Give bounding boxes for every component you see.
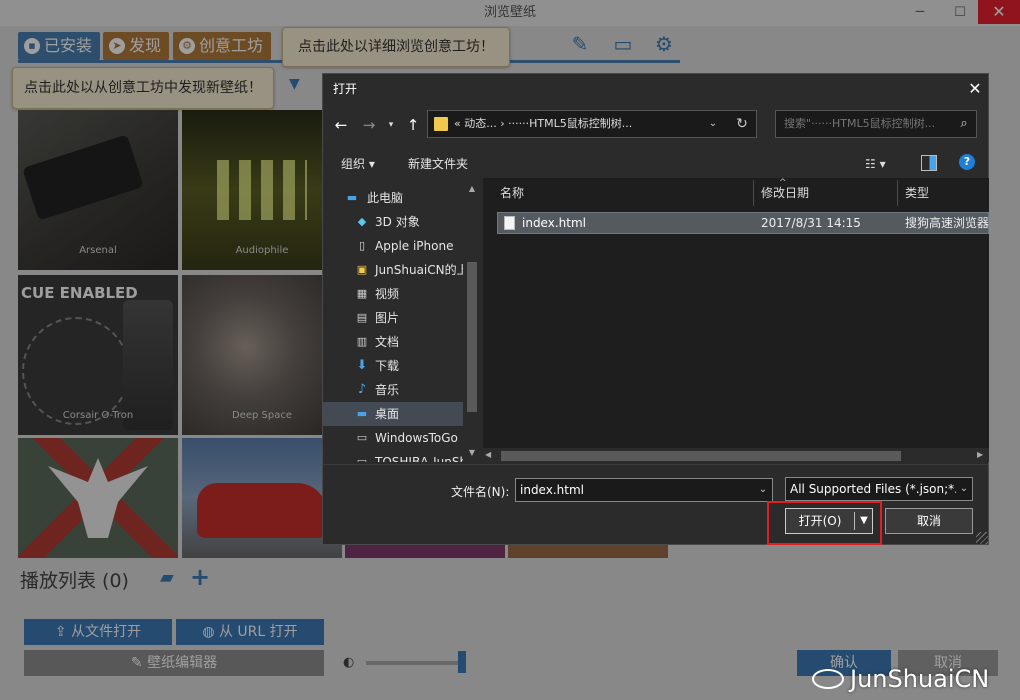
nav-scrollbar-thumb[interactable]: [467, 262, 477, 412]
picture-icon: ▤: [356, 311, 368, 324]
chevron-down-icon[interactable]: ▾: [385, 114, 397, 136]
chevron-down-icon[interactable]: ⌄: [755, 479, 771, 501]
up-arrow-icon[interactable]: ↑: [403, 114, 423, 136]
address-bar[interactable]: « 动态... › ······HTML5鼠标控制树... ⌄ ↻: [427, 110, 757, 138]
column-header-date[interactable]: 修改日期: [761, 178, 809, 208]
column-divider[interactable]: [897, 180, 898, 206]
computer-icon: ▬: [346, 191, 358, 204]
search-input[interactable]: [784, 111, 952, 137]
desktop-icon: ▬: [356, 407, 368, 420]
cancel-button[interactable]: 取消: [885, 508, 973, 534]
nav-item-music[interactable]: ♪ 音乐: [323, 378, 463, 402]
search-icon[interactable]: ⌕: [954, 111, 974, 137]
download-icon: ⬇: [356, 358, 368, 373]
table-row[interactable]: index.html 2017/8/31 14:15 搜狗高速浏览器: [497, 212, 989, 234]
nav-item-documents[interactable]: ▥ 文档: [323, 330, 463, 354]
drive-icon: ▭: [356, 431, 368, 444]
scroll-left-icon[interactable]: ◀: [485, 448, 491, 462]
open-file-dialog: 打开 ✕ ← → ▾ ↑ « 动态... › ······HTML5鼠标控制树.…: [322, 73, 989, 545]
filename-label: 文件名(N):: [451, 485, 510, 499]
weibo-logo-icon: [812, 669, 844, 689]
view-options-icon[interactable]: ☷ ▾: [865, 154, 901, 174]
document-icon: ▥: [356, 335, 368, 348]
drive-icon: ▭: [356, 455, 368, 462]
scroll-down-icon[interactable]: ▼: [465, 446, 479, 460]
nav-item-desktop[interactable]: ▬ 桌面: [323, 402, 463, 426]
nav-item-windowstogo[interactable]: ▭ WindowsToGo: [323, 426, 463, 450]
music-icon: ♪: [357, 382, 367, 397]
horizontal-scrollbar-thumb[interactable]: [501, 451, 901, 461]
column-header-type[interactable]: 类型: [905, 178, 929, 208]
column-header-name[interactable]: 名称: [500, 178, 524, 208]
scroll-up-icon[interactable]: ▲: [465, 182, 479, 196]
new-folder-button[interactable]: 新建文件夹: [408, 154, 468, 174]
nav-item-pictures[interactable]: ▤ 图片: [323, 306, 463, 330]
preview-pane-icon[interactable]: [921, 155, 937, 171]
nav-item-downloads[interactable]: ⬇ 下载: [323, 354, 463, 378]
file-type: 搜狗高速浏览器: [905, 216, 990, 230]
nav-item-3d-objects[interactable]: ◆ 3D 对象: [323, 210, 463, 234]
device-icon: ▣: [356, 263, 368, 276]
nav-item-iphone[interactable]: ▯ Apple iPhone: [323, 234, 463, 258]
file-date: 2017/8/31 14:15: [761, 216, 861, 230]
folder-icon: [434, 117, 448, 131]
forward-arrow-icon[interactable]: →: [359, 114, 379, 136]
nav-item-toshiba[interactable]: ▭ TOSHIBA-JunSh: [323, 450, 463, 462]
dialog-title: 打开: [333, 82, 358, 96]
organize-menu[interactable]: 组织 ▾: [341, 154, 375, 174]
chevron-down-icon[interactable]: ⌄: [706, 111, 720, 137]
watermark-text: JunShuaiCN: [850, 665, 990, 693]
nav-item-videos[interactable]: ▦ 视频: [323, 282, 463, 306]
nav-item-device[interactable]: ▣ JunShuaiCN的上: [323, 258, 463, 282]
filename-input[interactable]: index.html: [515, 478, 773, 502]
help-icon[interactable]: ?: [959, 154, 975, 170]
file-name: index.html: [522, 216, 586, 230]
file-type-select[interactable]: All Supported Files (*.json;*.p: [785, 477, 973, 501]
video-icon: ▦: [356, 287, 368, 300]
search-box[interactable]: ⌕: [775, 110, 977, 138]
file-icon: [504, 216, 515, 230]
column-divider[interactable]: [753, 180, 754, 206]
close-icon[interactable]: ✕: [961, 74, 989, 104]
nav-item-this-pc[interactable]: ▬ 此电脑: [323, 186, 463, 210]
scroll-right-icon[interactable]: ▶: [977, 448, 983, 462]
cube-icon: ◆: [357, 215, 367, 228]
phone-icon: ▯: [358, 239, 366, 252]
address-path[interactable]: « 动态... › ······HTML5鼠标控制树...: [454, 111, 632, 137]
back-arrow-icon[interactable]: ←: [331, 114, 351, 136]
navigation-pane: ▬ 此电脑 ◆ 3D 对象 ▯ Apple iPhone ▣ JunShuaiC…: [323, 182, 479, 462]
annotation-highlight-box: [767, 501, 882, 545]
file-list: ^ 名称 修改日期 类型 index.html 2017/8/31 14:15 …: [483, 178, 989, 462]
chevron-down-icon[interactable]: ⌄: [956, 478, 972, 500]
resize-grip-icon[interactable]: [976, 532, 988, 544]
refresh-icon[interactable]: ↻: [730, 111, 754, 137]
